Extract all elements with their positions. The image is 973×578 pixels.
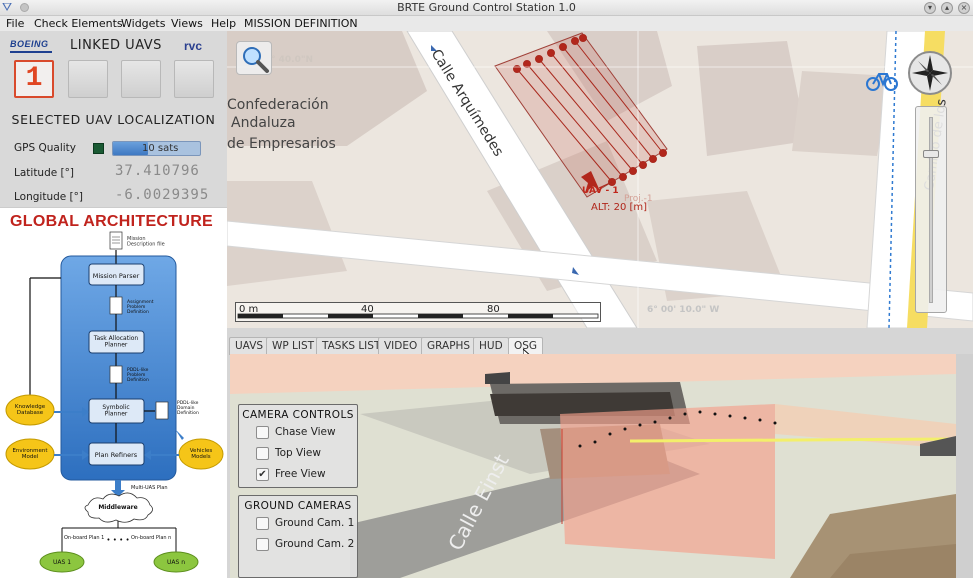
view-scrollbar[interactable] <box>956 354 973 578</box>
global-architecture-diagram: GLOBAL ARCHITECTURE Mission Description f… <box>0 207 227 578</box>
top-view-label: Top View <box>275 447 321 459</box>
ground-cam-2-checkbox[interactable] <box>256 538 269 551</box>
longitude-value: -6.0029395 <box>115 187 210 203</box>
map-scale-bar: 0 m 40 80 <box>235 302 601 322</box>
camera-controls-title: CAMERA CONTROLS <box>242 409 354 421</box>
zoom-slider-rail <box>929 117 933 303</box>
menu-check-elements[interactable]: Check Elements <box>34 16 123 31</box>
scale-40-label: 40 <box>361 304 374 315</box>
linked-uavs-title: LINKED UAVS <box>70 38 162 53</box>
free-view-checkbox[interactable]: ✔ <box>256 468 269 481</box>
knowledge-database-label: Knowledge Database <box>15 404 46 416</box>
window-title: BRTE Ground Control Station 1.0 <box>397 1 576 14</box>
uav-map-label: UAV - 1 <box>582 186 619 196</box>
tab-video[interactable]: VIDEO <box>378 337 424 355</box>
uav-slot-4[interactable] <box>174 60 214 98</box>
middleware-label: Middleware <box>98 504 137 511</box>
ground-cam-1-checkbox[interactable] <box>256 517 269 530</box>
pddl-domain-label: PDDL-like Domain Definition <box>177 400 199 416</box>
place-label-3: de Empresarios <box>227 136 336 152</box>
gps-quality-value: 10 sats <box>142 143 179 154</box>
gps-status-indicator <box>93 143 104 154</box>
mission-file-icon <box>109 231 123 250</box>
menu-bar: File Check Elements Widgets Views Help M… <box>0 16 973 31</box>
latitude-label: Latitude [°] <box>14 167 74 179</box>
latitude-grid-label: ° 40.0"N <box>271 55 314 65</box>
gps-quality-label: GPS Quality <box>14 142 76 154</box>
ground-cam-2-label: Ground Cam. 2 <box>275 538 355 550</box>
bottom-tab-bar: UAVS WP LIST TASKS LIST VIDEO GRAPHS HUD… <box>227 336 973 363</box>
place-label-1: Confederación <box>227 97 329 113</box>
top-view-checkbox[interactable] <box>256 447 269 460</box>
menu-mission-definition[interactable]: MISSION DEFINITION <box>244 16 358 31</box>
pddl-problem-file-icon <box>109 365 123 384</box>
symbolic-planner-label: Symbolic Planner <box>102 404 129 418</box>
uas-1-label: UAS 1 <box>53 559 71 566</box>
menu-file[interactable]: File <box>6 16 24 31</box>
minimize-button[interactable]: ▾ <box>924 2 936 14</box>
place-label-2: Andaluza <box>231 115 296 131</box>
magnifier-icon <box>243 47 269 73</box>
ground-cameras-title: GROUND CAMERAS <box>244 500 352 512</box>
compass-rose-icon[interactable] <box>908 51 952 95</box>
onboard-plans-ellipsis: • • • • <box>106 536 129 544</box>
uav-slot-1-digit: 1 <box>25 63 43 94</box>
zoom-tool-button[interactable] <box>236 41 272 75</box>
tab-hud[interactable]: HUD <box>473 337 509 355</box>
tab-wp-list[interactable]: WP LIST <box>266 337 321 355</box>
maximize-button[interactable]: ▴ <box>941 2 953 14</box>
map-view[interactable]: Calle Arquímedes Camino de los Confedera… <box>227 31 973 328</box>
uav-altitude-label: ALT: 20 [m] <box>591 202 648 213</box>
linked-uavs-panel: BOEING LINKED UAVS rvc 1 SELECTED UAV LO… <box>0 31 227 207</box>
tab-tasks-list[interactable]: TASKS LIST <box>316 337 387 355</box>
vehicles-models-label: Vehicles Models <box>190 448 213 460</box>
title-bar: ⛛ BRTE Ground Control Station 1.0 ▾ ▴ × <box>0 0 973 16</box>
tab-uavs[interactable]: UAVS <box>229 337 270 355</box>
uav-slot-3[interactable] <box>121 60 161 98</box>
tab-graphs[interactable]: GRAPHS <box>421 337 477 355</box>
close-button[interactable]: × <box>958 2 970 14</box>
pddl-domain-file-icon <box>155 401 169 420</box>
map-zoom-slider[interactable] <box>915 106 947 313</box>
assignment-file-icon <box>109 296 123 315</box>
chase-view-checkbox[interactable] <box>256 426 269 439</box>
longitude-label: Longitude [°] <box>14 191 84 203</box>
boeing-logo-underline <box>10 51 52 53</box>
menu-help[interactable]: Help <box>211 16 236 31</box>
scale-0-label: 0 m <box>239 304 259 315</box>
free-view-label: Free View <box>275 468 326 480</box>
uav-slot-1[interactable]: 1 <box>14 60 54 98</box>
scale-80-label: 80 <box>487 304 500 315</box>
multi-uas-plan-label: Multi-UAS Plan <box>131 485 168 491</box>
plan-refiners-label: Plan Refiners <box>95 451 138 459</box>
ground-cameras-panel: GROUND CAMERAS Ground Cam. 1 Ground Cam.… <box>238 495 358 578</box>
longitude-grid-label: 6° 00' 10.0" W <box>647 305 720 315</box>
mission-file-label: Mission Description file <box>127 236 165 248</box>
onboard-plan-n-label: On-board Plan n <box>131 535 171 541</box>
rvc-logo: rvc <box>184 39 203 53</box>
selected-uav-title: SELECTED UAV LOCALIZATION <box>11 112 216 127</box>
chase-view-label: Chase View <box>275 426 336 438</box>
ground-cam-1-label: Ground Cam. 1 <box>275 517 355 529</box>
uas-n-label: UAS n <box>167 559 185 566</box>
onboard-plan-1-label: On-board Plan 1 <box>64 535 104 541</box>
menu-views[interactable]: Views <box>171 16 203 31</box>
menu-widgets[interactable]: Widgets <box>121 16 165 31</box>
boeing-logo: BOEING <box>10 39 49 49</box>
latitude-value: 37.410796 <box>115 163 200 179</box>
gps-quality-bar: 10 sats <box>112 141 201 156</box>
zoom-slider-handle[interactable] <box>923 150 939 158</box>
camera-controls-panel: CAMERA CONTROLS Chase View Top View ✔ Fr… <box>238 404 358 488</box>
mission-parser-label: Mission Parser <box>93 272 140 280</box>
bicycle-icon <box>865 67 899 93</box>
uav-slot-2[interactable] <box>68 60 108 98</box>
